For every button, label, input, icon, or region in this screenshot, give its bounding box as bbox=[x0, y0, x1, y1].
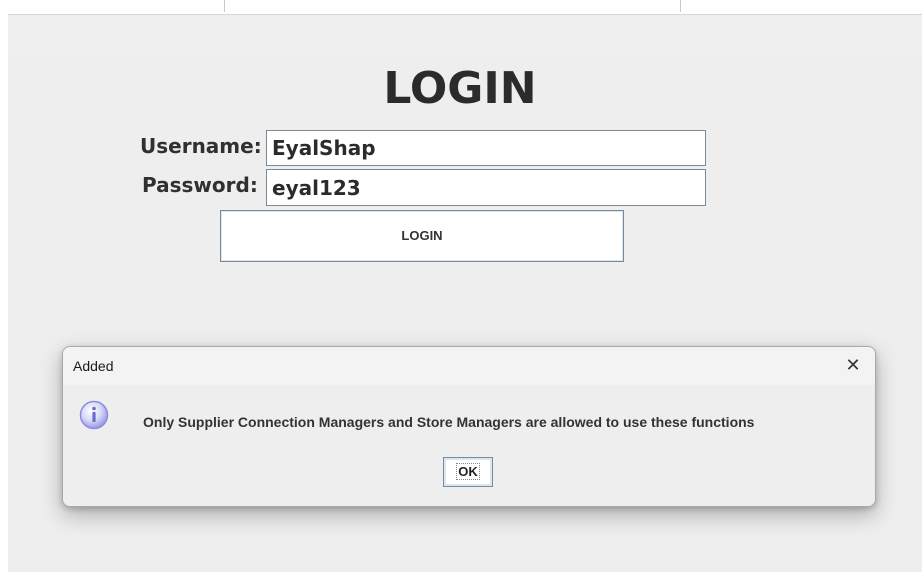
ok-button[interactable]: OK bbox=[443, 457, 493, 487]
page-title: LOGIN bbox=[383, 63, 537, 114]
background-window-text: – – – · · · · · bbox=[585, 0, 654, 6]
close-icon[interactable]: ✕ bbox=[839, 352, 867, 380]
divider bbox=[680, 0, 681, 12]
window-header bbox=[8, 15, 922, 55]
background-window-edge: – – – · · · · · bbox=[0, 0, 922, 14]
dialog-titlebar[interactable]: Added ✕ bbox=[63, 347, 875, 385]
username-label: Username: bbox=[140, 134, 262, 158]
message-dialog: Added ✕ Only Supplier Connection Manager… bbox=[62, 346, 876, 507]
username-field[interactable] bbox=[266, 130, 706, 166]
login-button[interactable]: LOGIN bbox=[220, 210, 624, 262]
ok-button-label: OK bbox=[456, 463, 480, 480]
dialog-title: Added bbox=[73, 358, 114, 374]
password-field[interactable] bbox=[266, 169, 706, 206]
divider bbox=[224, 0, 225, 12]
password-label: Password: bbox=[142, 173, 258, 197]
dialog-body: Only Supplier Connection Managers and St… bbox=[63, 385, 875, 506]
info-icon bbox=[79, 400, 109, 430]
dialog-message: Only Supplier Connection Managers and St… bbox=[143, 414, 755, 430]
